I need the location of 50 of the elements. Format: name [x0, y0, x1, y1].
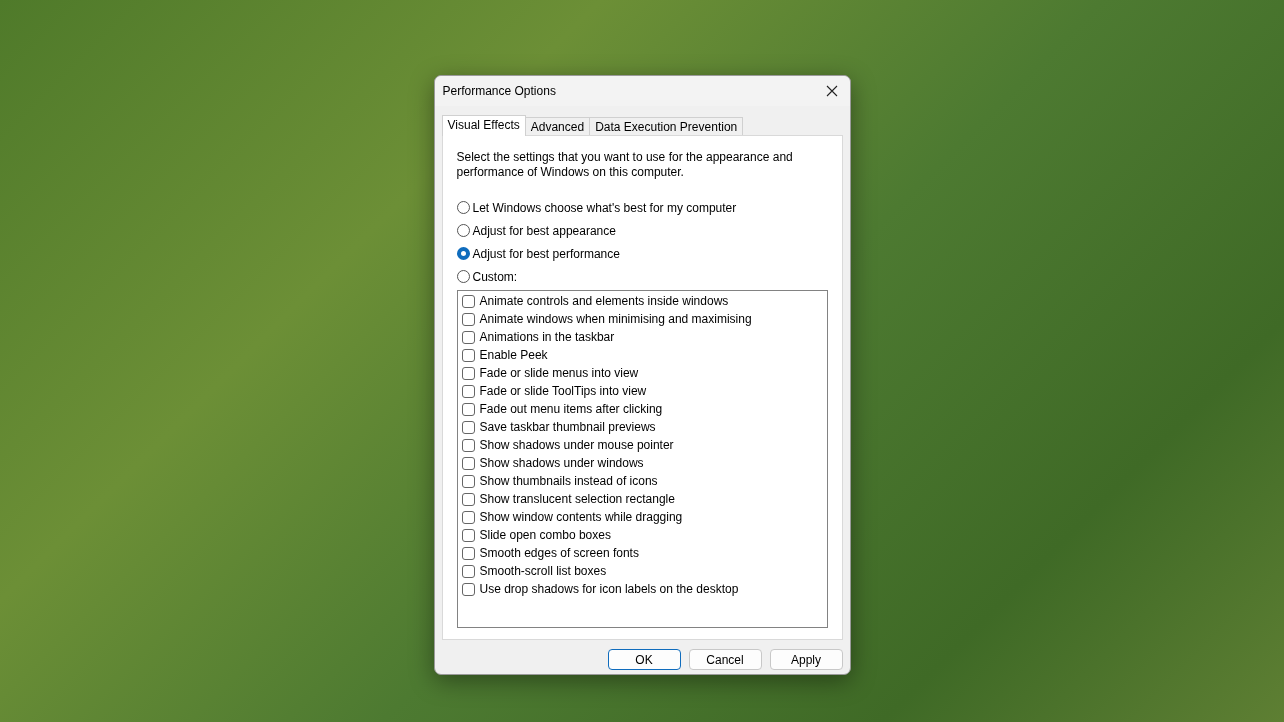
checkbox-label[interactable]: Fade or slide menus into view — [479, 364, 639, 382]
checkbox[interactable] — [461, 582, 475, 596]
checkbox-label[interactable]: Smooth edges of screen fonts — [479, 544, 639, 562]
checkbox[interactable] — [461, 474, 475, 488]
radio-label[interactable]: Adjust for best performance — [472, 244, 620, 263]
close-icon — [825, 85, 838, 97]
checkbox-label[interactable]: Animate controls and elements inside windows — [479, 292, 729, 310]
checkbox-label[interactable]: Show shadows under windows — [479, 454, 644, 472]
checkbox[interactable] — [461, 492, 475, 506]
radio-label[interactable]: Custom: — [472, 267, 518, 286]
dialog-button[interactable]: OK — [607, 649, 681, 670]
checkbox[interactable] — [461, 366, 475, 380]
radio-button[interactable] — [456, 201, 470, 214]
checkbox-label[interactable]: Fade out menu items after clicking — [479, 400, 663, 418]
checkbox[interactable] — [461, 528, 475, 542]
checkbox[interactable] — [461, 420, 475, 434]
checkbox-label[interactable]: Show window contents while dragging — [479, 508, 683, 526]
checkbox[interactable] — [461, 564, 475, 578]
checkbox-label[interactable]: Show translucent selection rectangle — [479, 490, 675, 508]
tab[interactable]: Visual Effects — [441, 115, 526, 136]
checkbox[interactable] — [461, 546, 475, 560]
checkbox[interactable] — [461, 510, 475, 524]
checkbox-label[interactable]: Slide open combo boxes — [479, 526, 611, 544]
radio-button[interactable] — [456, 224, 470, 237]
checkbox[interactable] — [461, 402, 475, 416]
radio-button[interactable] — [456, 247, 470, 260]
checkbox[interactable] — [461, 348, 475, 362]
checkbox-label[interactable]: Use drop shadows for icon labels on the desktop — [479, 580, 739, 598]
radio-button[interactable] — [456, 270, 470, 283]
tab[interactable]: Data Execution Prevention — [589, 117, 744, 135]
checkbox-label[interactable]: Animate windows when minimising and maximising — [479, 310, 752, 328]
checkbox-label[interactable]: Show thumbnails instead of icons — [479, 472, 658, 490]
dialog-button[interactable]: Cancel — [688, 649, 762, 670]
checkbox[interactable] — [461, 384, 475, 398]
radio-label[interactable]: Adjust for best appearance — [472, 221, 616, 240]
checkbox[interactable] — [461, 312, 475, 326]
checkbox[interactable] — [461, 330, 475, 344]
checkbox-label[interactable]: Enable Peek — [479, 346, 548, 364]
checkbox-label[interactable]: Show shadows under mouse pointer — [479, 436, 674, 454]
window-title: Performance Options — [442, 83, 556, 100]
checkbox[interactable] — [461, 456, 475, 470]
checkbox-label[interactable]: Save taskbar thumbnail previews — [479, 418, 656, 436]
checkbox-label[interactable]: Fade or slide ToolTips into view — [479, 382, 647, 400]
radio-label[interactable]: Let Windows choose what's best for my computer — [472, 198, 737, 217]
checkbox[interactable] — [461, 294, 475, 308]
checkbox-label[interactable]: Animations in the taskbar — [479, 328, 615, 346]
description-text: Select the settings that you want to use for the appearance and performance of Windows on this computer. — [456, 150, 794, 180]
checkbox[interactable] — [461, 438, 475, 452]
checkbox-label[interactable]: Smooth-scroll list boxes — [479, 562, 607, 580]
dialog-button[interactable]: Apply — [769, 649, 843, 670]
